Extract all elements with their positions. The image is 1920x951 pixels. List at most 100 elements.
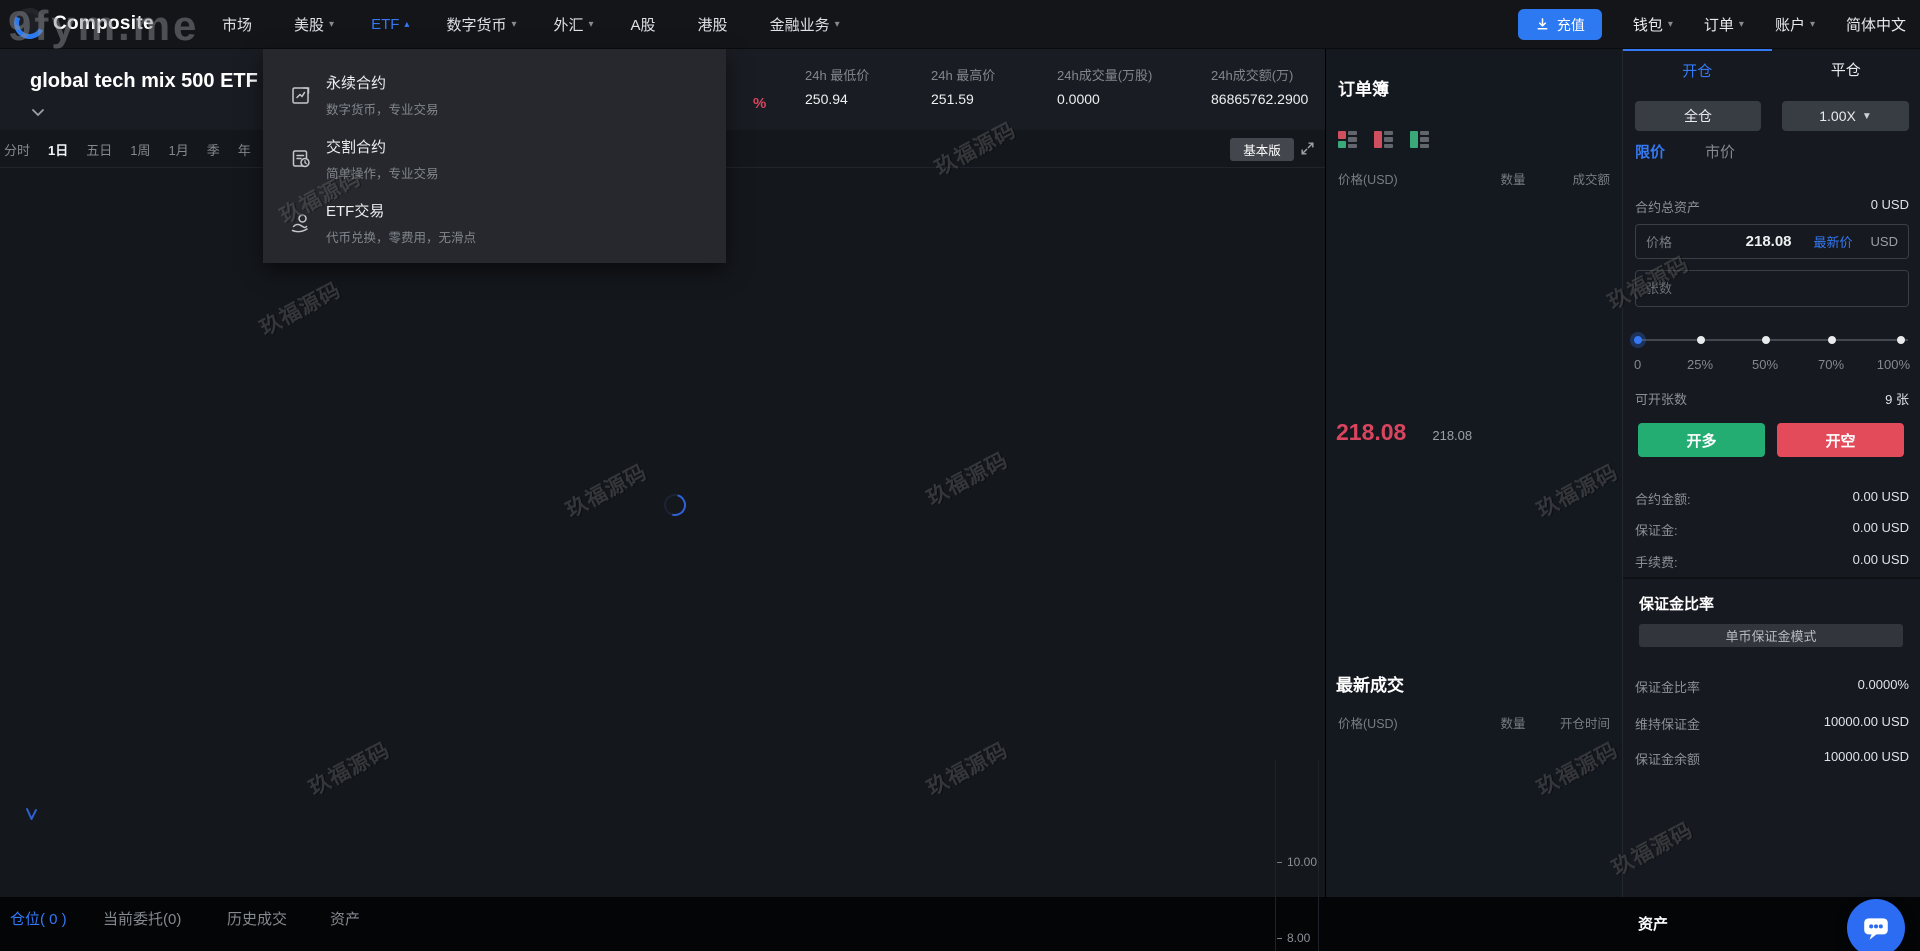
contract-amount-row: 合约金额: 0.00 USD	[1635, 489, 1909, 507]
chevron-down-icon: ▾	[1667, 19, 1673, 30]
period-year[interactable]: 年	[238, 140, 251, 159]
price-axis-label: 8.00	[1277, 931, 1310, 945]
latest-trades-title: 最新成交	[1336, 676, 1404, 695]
nav-item-hk-stocks[interactable]: 港股	[698, 14, 733, 35]
tab-limit-order[interactable]: 限价	[1635, 141, 1665, 162]
slider-stop-25[interactable]	[1697, 336, 1705, 344]
fee-row: 手续费: 0.00 USD	[1635, 552, 1909, 570]
view-bids-icon[interactable]	[1410, 131, 1431, 148]
tab-market-order[interactable]: 市价	[1705, 141, 1735, 162]
price-input[interactable]: 价格 218.08 最新价 USD	[1635, 224, 1909, 259]
period-5d[interactable]: 五日	[86, 140, 112, 159]
orderbook-title: 订单簿	[1338, 80, 1389, 99]
slider-stop-70[interactable]	[1828, 336, 1836, 344]
nav-item-etf[interactable]: ETF ▴	[371, 16, 409, 33]
period-1d[interactable]: 1日	[48, 140, 68, 159]
chevron-down-icon: ▾	[329, 19, 335, 30]
maintenance-margin-row: 维持保证金 10000.00 USD	[1635, 714, 1909, 732]
view-asks-icon[interactable]	[1374, 131, 1395, 148]
download-icon	[1537, 18, 1548, 30]
tab-assets[interactable]: 资产	[330, 908, 360, 929]
nav-item-us-stocks[interactable]: 美股 ▾	[294, 14, 334, 35]
period-1w[interactable]: 1周	[130, 140, 150, 159]
period-quarter[interactable]: 季	[207, 140, 220, 159]
tab-close-position[interactable]: 平仓	[1772, 49, 1920, 89]
single-currency-margin-button[interactable]: 单币保证金模式	[1639, 624, 1903, 647]
loading-spinner-icon	[659, 489, 691, 521]
menu-item-etf-trade[interactable]: ETF交易 代币兑换，零费用，无滑点	[289, 193, 726, 253]
tab-open-position[interactable]: 开仓	[1623, 49, 1772, 89]
nav-item-forex[interactable]: 外汇 ▾	[553, 14, 593, 35]
last-price: 218.08	[1336, 419, 1407, 445]
basic-version-button[interactable]: 基本版	[1230, 138, 1294, 161]
account-menu[interactable]: 账户 ▾	[1775, 14, 1815, 35]
leverage-selector[interactable]: 1.00X ▼	[1782, 101, 1909, 131]
nav-item-a-shares[interactable]: A股	[631, 14, 661, 35]
quantity-slider[interactable]	[1634, 332, 1910, 348]
navbar-right: 充值 钱包 ▾ 订单 ▾ 账户 ▾ 简体中文	[1517, 0, 1906, 49]
assets-section-title: 资产	[1638, 916, 1669, 933]
top-navbar: Composite 市场 美股 ▾ ETF ▴ 数字货币 ▾ 外汇 ▾ A股 港股 金融…	[0, 0, 1920, 49]
change-percent-suffix: %	[753, 95, 767, 112]
margin-ratio-title: 保证金比率	[1639, 596, 1715, 613]
mark-price: 218.08	[1432, 428, 1473, 443]
chart-gridline	[1318, 760, 1319, 951]
open-short-button[interactable]: 开空	[1777, 423, 1904, 457]
margin-row: 保证金: 0.00 USD	[1635, 520, 1909, 538]
symbol-title[interactable]: global tech mix 500 ETF	[30, 70, 258, 93]
open-long-button[interactable]: 开多	[1638, 423, 1765, 457]
order-type-tabs: 限价 市价	[1635, 141, 1735, 162]
cross-margin-button[interactable]: 全仓	[1635, 101, 1761, 131]
margin-ratio-row: 保证金比率 0.0000%	[1635, 677, 1909, 695]
tab-trade-history[interactable]: 历史成交	[227, 908, 287, 929]
available-contracts-row: 可开张数 9 张	[1635, 392, 1909, 407]
orderbook-panel: 订单簿 价格(USD) 数量 成交额 218.08 218.08 最新成交 价格…	[1325, 49, 1622, 897]
nav-item-market[interactable]: 市场	[222, 14, 257, 35]
chevron-down-icon: ▼	[1861, 110, 1872, 122]
slider-track[interactable]	[1636, 339, 1908, 341]
slider-labels: 0 25% 50% 70% 100%	[1634, 357, 1910, 372]
contract-chart-icon	[292, 87, 310, 104]
bottom-panel	[0, 897, 1920, 951]
wallet-menu[interactable]: 钱包 ▾	[1633, 14, 1673, 35]
slider-stop-100[interactable]	[1897, 336, 1905, 344]
orders-menu[interactable]: 订单 ▾	[1704, 14, 1744, 35]
total-assets-row: 合约总资产 0 USD	[1635, 197, 1909, 215]
tab-open-orders[interactable]: 当前委托(0)	[103, 908, 181, 929]
price-axis-label: 10.00	[1277, 855, 1317, 869]
slider-handle[interactable]	[1634, 336, 1642, 344]
tab-positions[interactable]: 仓位( 0 )	[10, 908, 67, 929]
slider-stop-50[interactable]	[1762, 336, 1770, 344]
volume-marker-icon	[24, 806, 40, 827]
brand-logo[interactable]: Composite	[9, 3, 154, 44]
hand-coin-icon	[291, 214, 308, 233]
last-price-row[interactable]: 218.08 218.08	[1336, 419, 1472, 446]
margin-balance-row: 保证金余额 10000.00 USD	[1635, 749, 1909, 767]
nav-item-crypto[interactable]: 数字货币 ▾	[446, 14, 516, 35]
language-selector[interactable]: 简体中文	[1846, 14, 1906, 35]
chevron-down-icon: ▾	[1809, 19, 1815, 30]
expand-icon[interactable]	[1299, 140, 1316, 162]
period-intraday[interactable]: 分时	[4, 140, 30, 159]
chart-area[interactable]	[0, 168, 1325, 897]
symbol-chevron-icon[interactable]	[31, 104, 45, 122]
recharge-button[interactable]: 充值	[1517, 9, 1602, 40]
etf-nav-dropdown: 永续合约 数字货币，专业交易 交割合约 简单操作，专业交易 ETF交易 代币兑换…	[263, 49, 726, 263]
chat-bubble-icon	[1864, 918, 1888, 940]
section-divider	[1623, 577, 1920, 579]
view-both-icon[interactable]	[1338, 131, 1359, 148]
brand-name: Composite	[53, 12, 154, 34]
menu-item-delivery[interactable]: 交割合约 简单操作，专业交易	[289, 129, 726, 189]
chevron-down-icon: ▾	[511, 19, 517, 30]
menu-item-perpetual[interactable]: 永续合约 数字货币，专业交易	[289, 65, 726, 125]
chevron-up-icon: ▴	[404, 19, 410, 30]
latest-price-link[interactable]: 最新价	[1814, 232, 1853, 251]
period-1m[interactable]: 1月	[169, 140, 189, 159]
support-chat-button[interactable]	[1847, 899, 1905, 951]
nav-item-finance[interactable]: 金融业务 ▾	[770, 14, 840, 35]
trade-panel: 开仓 平仓 全仓 1.00X ▼ 限价 市价 合约总资产 0 USD 价格 21…	[1622, 49, 1920, 897]
chevron-down-icon: ▾	[1738, 19, 1744, 30]
quantity-input[interactable]	[1646, 281, 1898, 296]
chevron-down-icon: ▾	[588, 19, 594, 30]
orderbook-view-switcher	[1338, 131, 1431, 148]
